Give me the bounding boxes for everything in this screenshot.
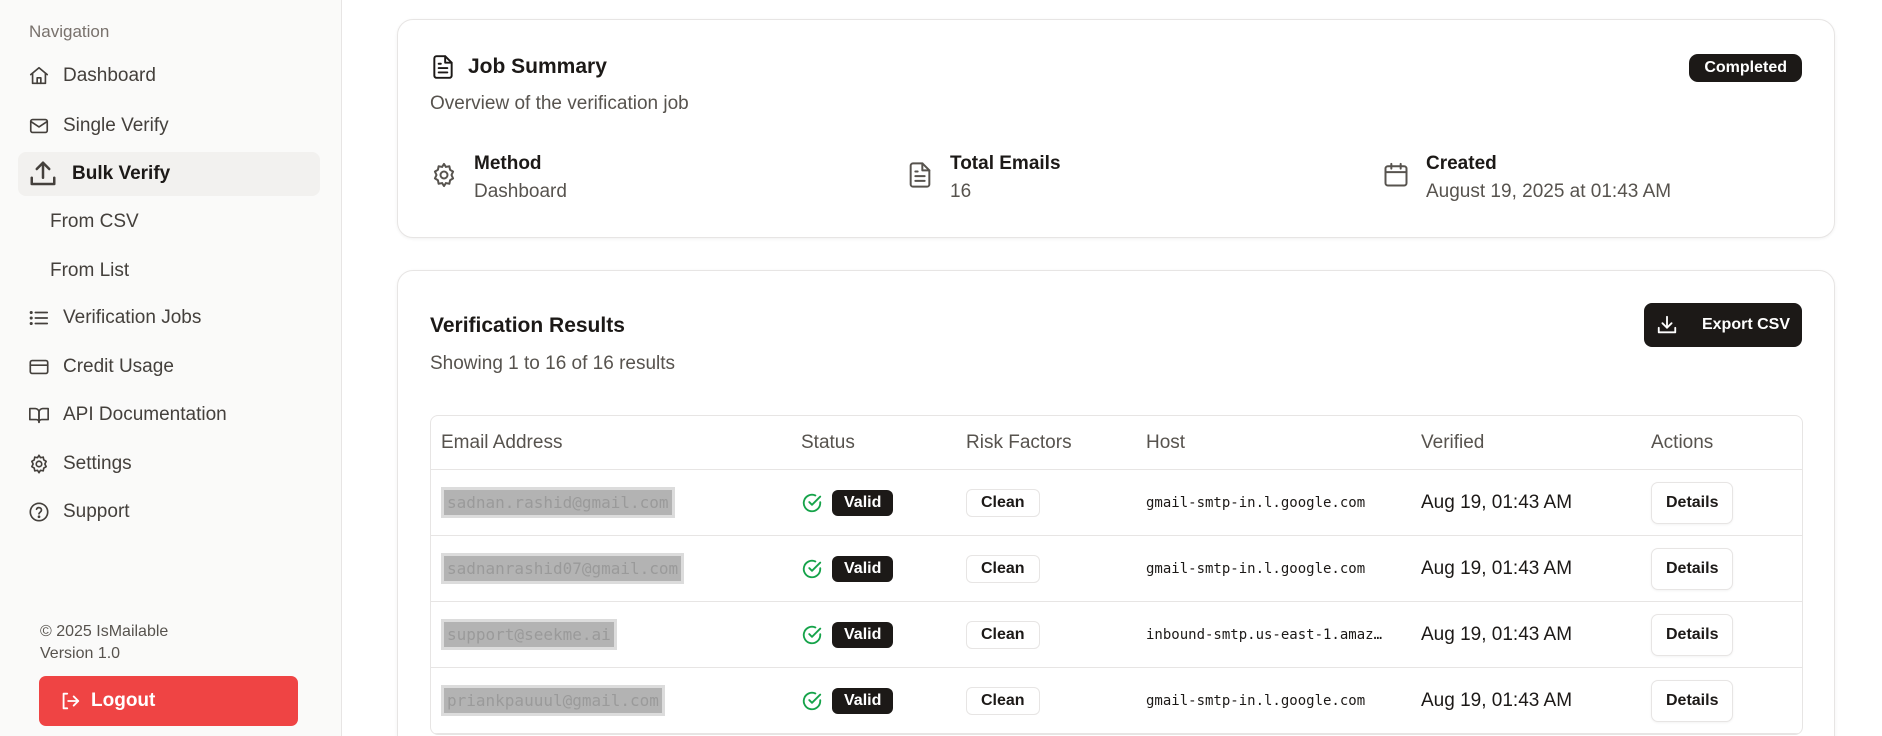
column-header-risk: Risk Factors (966, 431, 1072, 453)
mail-icon (28, 115, 50, 137)
table-header: Email Address Status Risk Factors Host V… (431, 416, 1802, 470)
sidebar-item-label: Support (63, 501, 130, 522)
logout-button[interactable]: Logout (39, 676, 298, 726)
risk-badge: Clean (966, 554, 1040, 583)
host-cell: inbound-smtp.us-east-1.amaz… (1146, 626, 1383, 643)
column-header-email: Email Address (441, 431, 563, 453)
download-icon (1657, 315, 1677, 334)
column-header-actions: Actions (1651, 431, 1714, 453)
sidebar: Navigation Dashboard Single Verify Bulk … (0, 0, 342, 736)
verified-cell: Aug 19, 01:43 AM (1421, 491, 1573, 513)
gear-icon (430, 161, 458, 189)
status-badge: Valid (832, 621, 894, 648)
sidebar-subitem-from-list[interactable]: From List (50, 251, 129, 291)
sidebar-item-bulk-verify[interactable]: Bulk Verify (18, 152, 320, 196)
help-circle-icon (28, 501, 50, 523)
host-cell: gmail-smtp-in.l.google.com (1146, 494, 1366, 511)
sidebar-subitem-from-csv[interactable]: From CSV (50, 202, 139, 242)
check-circle-icon (802, 625, 822, 644)
credit-card-icon (28, 356, 50, 378)
table-row: support@seekme.ai Valid Clean inbound-sm… (431, 602, 1802, 668)
email-cell: sadnanrashid07@gmail.com (441, 553, 685, 584)
method-value: Dashboard (474, 181, 567, 202)
details-button[interactable]: Details (1651, 547, 1734, 590)
created-label: Created (1426, 153, 1497, 174)
sidebar-item-support[interactable]: Support (18, 490, 320, 534)
version-text: Version 1.0 (40, 645, 121, 662)
results-title: Verification Results (430, 314, 625, 337)
check-circle-icon (802, 493, 822, 512)
email-cell: priankpauuul@gmail.com (441, 685, 665, 716)
sidebar-item-settings[interactable]: Settings (18, 442, 320, 486)
nav-heading: Navigation (29, 22, 110, 41)
results-table: Email Address Status Risk Factors Host V… (430, 415, 1803, 735)
results-count: Showing 1 to 16 of 16 results (430, 353, 676, 374)
file-text-icon (906, 161, 934, 189)
column-header-verified: Verified (1421, 431, 1485, 453)
sidebar-item-credit-usage[interactable]: Credit Usage (18, 345, 320, 389)
main-content: Job Summary Overview of the verification… (342, 0, 1882, 736)
sidebar-item-label: Single Verify (63, 115, 169, 136)
details-button[interactable]: Details (1651, 613, 1734, 656)
copyright-text: © 2025 IsMailable (40, 623, 169, 640)
host-cell: gmail-smtp-in.l.google.com (1146, 692, 1366, 709)
table-row: sadnan.rashid@gmail.com Valid Clean gmai… (431, 470, 1802, 536)
column-header-status: Status (801, 431, 855, 453)
host-cell: gmail-smtp-in.l.google.com (1146, 560, 1366, 577)
check-circle-icon (802, 691, 822, 710)
export-csv-button[interactable]: Export CSV (1644, 303, 1802, 347)
logout-label: Logout (91, 690, 156, 711)
details-button[interactable]: Details (1651, 679, 1734, 722)
status-badge: Valid (832, 555, 894, 582)
job-summary-subtitle: Overview of the verification job (430, 93, 689, 114)
meta-created: Created August 19, 2025 at 01:43 AM (1382, 151, 1671, 205)
meta-method: Method Dashboard (430, 151, 567, 205)
sidebar-item-single-verify[interactable]: Single Verify (18, 104, 320, 148)
calendar-icon (1382, 161, 1410, 189)
table-row: priankpauuul@gmail.com Valid Clean gmail… (431, 668, 1802, 734)
verified-cell: Aug 19, 01:43 AM (1421, 557, 1573, 579)
check-circle-icon (802, 559, 822, 578)
method-label: Method (474, 153, 542, 174)
email-cell: support@seekme.ai (441, 619, 617, 650)
table-row: sadnanrashid07@gmail.com Valid Clean gma… (431, 536, 1802, 602)
risk-badge: Clean (966, 686, 1040, 715)
home-icon (28, 65, 50, 87)
sidebar-item-label: Dashboard (63, 65, 156, 86)
sidebar-item-label: Verification Jobs (63, 307, 202, 328)
app: Navigation Dashboard Single Verify Bulk … (0, 0, 1882, 736)
upload-icon (28, 159, 58, 189)
meta-total-emails: Total Emails 16 (906, 151, 1061, 205)
sidebar-item-label: Credit Usage (63, 356, 174, 377)
book-icon (28, 404, 50, 426)
file-text-icon (433, 55, 453, 79)
total-emails-value: 16 (950, 181, 972, 202)
logout-icon (62, 692, 80, 710)
status-badge: Valid (832, 489, 894, 516)
job-summary-title: Job Summary (430, 54, 607, 80)
risk-badge: Clean (966, 620, 1040, 649)
sidebar-item-label: Bulk Verify (72, 163, 171, 184)
status-badge: Valid (832, 687, 894, 714)
email-cell: sadnan.rashid@gmail.com (441, 487, 675, 518)
list-icon (28, 307, 50, 329)
sidebar-item-api-documentation[interactable]: API Documentation (18, 393, 320, 437)
sidebar-item-label: API Documentation (63, 404, 227, 425)
verified-cell: Aug 19, 01:43 AM (1421, 689, 1573, 711)
risk-badge: Clean (966, 488, 1040, 517)
verification-results-card: Verification Results Showing 1 to 16 of … (397, 270, 1835, 736)
sidebar-item-verification-jobs[interactable]: Verification Jobs (18, 296, 320, 340)
sidebar-item-label: Settings (63, 453, 132, 474)
details-button[interactable]: Details (1651, 481, 1734, 524)
created-value: August 19, 2025 at 01:43 AM (1426, 181, 1672, 202)
job-summary-card: Job Summary Overview of the verification… (397, 19, 1835, 238)
column-header-host: Host (1146, 431, 1186, 453)
status-badge: Completed (1689, 54, 1802, 82)
total-emails-label: Total Emails (950, 153, 1061, 174)
gear-icon (28, 453, 50, 475)
verified-cell: Aug 19, 01:43 AM (1421, 623, 1573, 645)
sidebar-item-dashboard[interactable]: Dashboard (18, 54, 320, 98)
